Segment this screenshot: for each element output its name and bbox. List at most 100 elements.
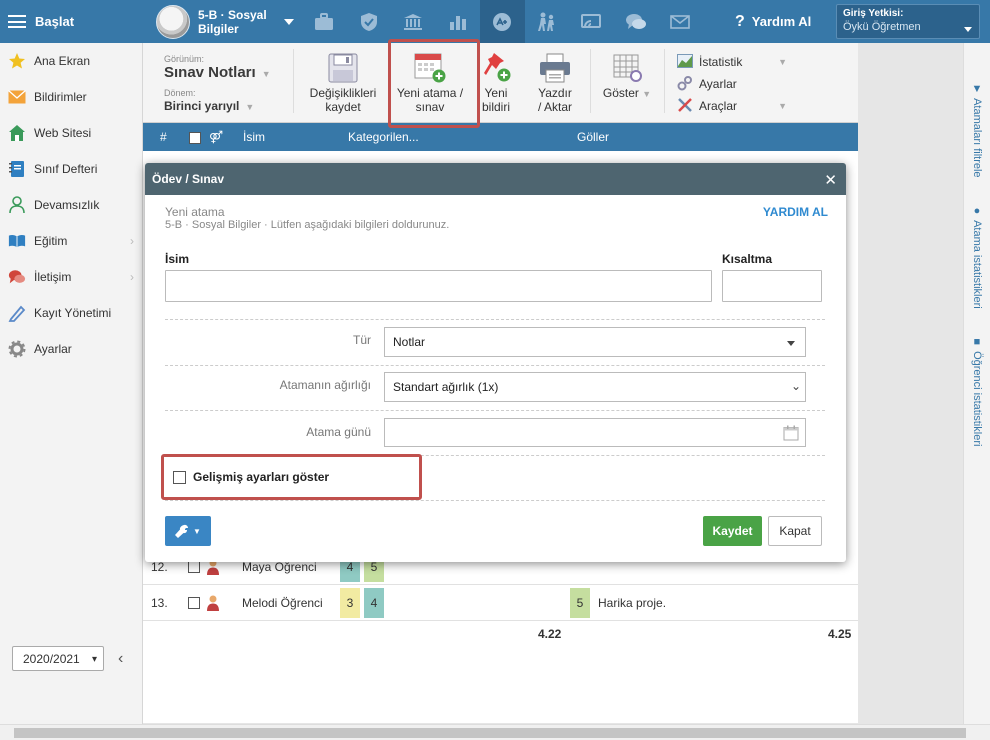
view-label: Görünüm:	[164, 54, 205, 64]
pen-icon	[8, 304, 26, 322]
grade-chip[interactable]: 3	[340, 588, 360, 618]
statistics-menu[interactable]: İstatistik ▼	[677, 51, 787, 73]
class-avatar	[156, 5, 190, 39]
show-button[interactable]: Göster ▼	[601, 51, 653, 101]
sidebar-item-settings[interactable]: Ayarlar	[0, 331, 142, 367]
assignment-stats-label: Atama istatistikleri	[971, 220, 983, 309]
caret-down-icon: ▼	[778, 57, 787, 67]
goal-chip[interactable]: 5	[570, 588, 590, 618]
year-select[interactable]: 2020/2021 ▾	[12, 646, 104, 671]
envelope-icon	[8, 88, 26, 106]
close-icon[interactable]: ✕	[824, 171, 837, 189]
print-export-button[interactable]: Yazdır / Aktar	[535, 51, 575, 114]
help-link[interactable]: YARDIM AL	[763, 205, 828, 219]
divider	[165, 500, 825, 501]
calendar-icon[interactable]	[783, 425, 799, 441]
briefcase-icon[interactable]	[302, 0, 347, 43]
gender-icon: ⚤	[209, 130, 224, 144]
sidebar-item-label: Devamsızlık	[34, 198, 100, 212]
scrollbar-thumb[interactable]	[14, 728, 966, 738]
sidebar-item-label: Kayıt Yönetimi	[34, 306, 112, 320]
grade-chip[interactable]: 4	[364, 588, 384, 618]
floppy-icon	[328, 51, 358, 83]
sidebar-item-classbook[interactable]: Sınıf Defteri	[0, 151, 142, 187]
save-changes-label: Değişiklikleri kaydet	[309, 86, 377, 114]
class-selector[interactable]: 5-B · Sosyal Bilgiler	[156, 5, 294, 39]
sidebar-item-notifications[interactable]: Bildirimler	[0, 79, 142, 115]
shield-icon[interactable]	[347, 0, 392, 43]
save-button[interactable]: Kaydet	[703, 516, 762, 546]
caret-down-icon: ▼	[193, 526, 201, 536]
filter-label: Atamaları filtrele	[971, 98, 983, 178]
settings-menu[interactable]: Ayarlar	[677, 73, 787, 95]
students-icon[interactable]	[525, 0, 570, 43]
chevron-right-icon: ›	[130, 270, 134, 284]
weight-select[interactable]: Standart ağırlık (1x) ⌄	[384, 372, 806, 402]
divider	[165, 365, 825, 366]
row-checkbox[interactable]	[188, 561, 200, 573]
grades-cell: 3 4	[340, 585, 384, 621]
help-button[interactable]: ? Yardım Al	[735, 0, 811, 43]
name-label: İsim	[165, 252, 190, 266]
screen-share-icon[interactable]	[569, 0, 614, 43]
close-button[interactable]: Kapat	[768, 516, 822, 546]
options-button[interactable]: ▼	[165, 516, 211, 546]
col-name[interactable]: İsim	[243, 130, 265, 144]
notebook-icon	[8, 160, 26, 178]
caret-down-icon: ▼	[261, 69, 271, 79]
row-checkbox[interactable]	[188, 597, 200, 609]
view-select[interactable]: Sınav Notları ▼	[164, 64, 271, 81]
bar-chart-icon[interactable]	[436, 0, 481, 43]
sidebar-item-registration[interactable]: Kayıt Yönetimi	[0, 295, 142, 331]
tools-dropdown[interactable]: Araçlar ▼	[677, 95, 787, 117]
year-value: 2020/2021	[23, 651, 80, 666]
save-changes-button[interactable]: Değişiklikleri kaydet	[306, 51, 380, 114]
filter-assignments-tab[interactable]: ▼ Atamaları filtrele	[971, 83, 983, 178]
mail-icon[interactable]	[658, 0, 703, 43]
sidebar-item-communication[interactable]: İletişim ›	[0, 259, 142, 295]
highlight-new-assignment	[388, 39, 480, 128]
term-value: Birinci yarıyıl	[164, 99, 240, 113]
sidebar-item-home[interactable]: Ana Ekran	[0, 43, 142, 79]
divider	[165, 319, 825, 320]
dialog-description: 5-B · Sosyal Bilgiler · Lütfen aşağıdaki…	[165, 219, 450, 231]
chat-icon[interactable]	[614, 0, 659, 43]
help-label: Yardım Al	[751, 14, 812, 29]
auth-value: Öykü Öğretmen	[843, 21, 921, 33]
student-avatar	[206, 585, 220, 621]
student-stats-label: Öğrenci istatistikleri	[971, 351, 983, 447]
print-export-label: Yazdır / Aktar	[537, 86, 572, 114]
student-stats-tab[interactable]: ■ Öğrenci istatistikleri	[971, 336, 983, 446]
sidebar-item-attendance[interactable]: Devamsızlık	[0, 187, 142, 223]
institution-icon[interactable]	[391, 0, 436, 43]
sidebar-item-education[interactable]: Eğitim ›	[0, 223, 142, 259]
star-icon	[8, 52, 26, 70]
date-input[interactable]	[384, 418, 806, 447]
collapse-sidebar-icon[interactable]: ‹	[118, 650, 123, 668]
menu-toggle[interactable]: Başlat	[0, 0, 143, 43]
type-select[interactable]: Notlar	[384, 327, 806, 357]
grades-icon[interactable]	[480, 0, 525, 43]
select-all-checkbox[interactable]	[189, 132, 201, 144]
person-icon	[8, 196, 26, 214]
sidebar-item-label: Bildirimler	[34, 90, 87, 104]
tools-icon	[677, 97, 693, 116]
caret-down-icon: ▼	[778, 101, 787, 111]
auth-selector[interactable]: Giriş Yetkisi: Öykü Öğretmen	[836, 4, 980, 39]
term-select[interactable]: Birinci yarıyıl ▼	[164, 99, 254, 113]
horizontal-scrollbar[interactable]	[0, 724, 990, 740]
name-input[interactable]	[165, 270, 712, 302]
auth-label: Giriş Yetkisi:	[843, 8, 904, 19]
average-categorized: 4.22	[538, 627, 562, 641]
abbr-input[interactable]	[722, 270, 822, 302]
goal-comment: Harika proje.	[598, 596, 667, 610]
assignment-stats-tab[interactable]: ● Atama istatistikleri	[971, 205, 983, 309]
toolbar-divider	[590, 49, 591, 113]
col-goals[interactable]: Göller	[577, 130, 609, 144]
student-name[interactable]: Melodi Öğrenci	[242, 585, 323, 621]
new-notice-button[interactable]: Yeni bildiri	[478, 51, 514, 114]
average-goals: 4.25	[828, 627, 852, 641]
col-categorized[interactable]: Kategorilen...	[348, 130, 419, 144]
dialog-title: Ödev / Sınav	[152, 172, 225, 186]
sidebar-item-website[interactable]: Web Sitesi	[0, 115, 142, 151]
